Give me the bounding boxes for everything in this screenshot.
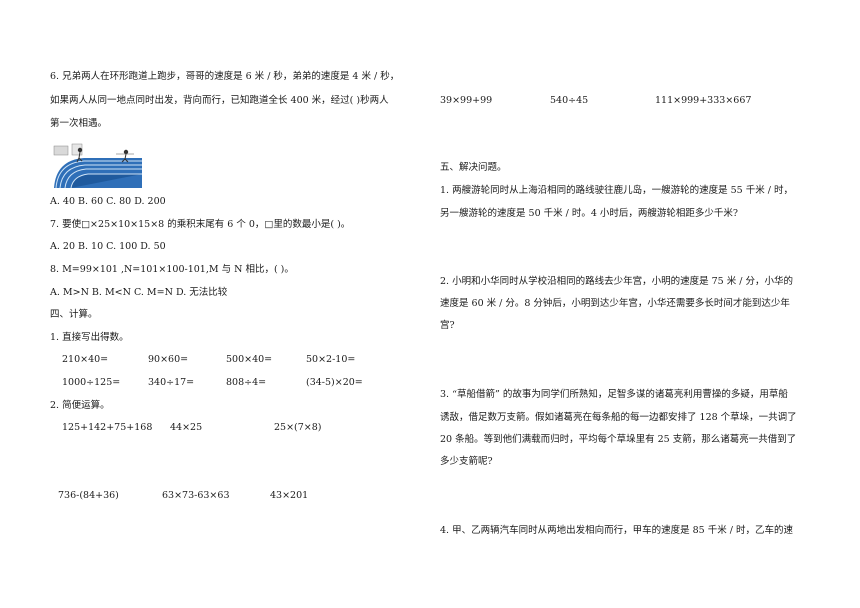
problem-4-line1: 4. 甲、乙两辆汽车同时从两地出发相向而行，甲车的速度是 85 千米 / 时，乙… — [440, 525, 793, 536]
section-4-heading: 四、计算。 — [50, 309, 98, 320]
problem-1-line1: 1. 两艘游轮同时从上海沿相同的路线驶往鹿儿岛，一艘游轮的速度是 55 千米 /… — [440, 185, 793, 196]
running-track-illustration — [50, 140, 142, 188]
calc2-item: 540÷45 — [550, 95, 589, 106]
problem-2-line3: 宫? — [440, 320, 455, 331]
problem-2-line1: 2. 小明和小华同时从学校沿相同的路线去少年宫，小明的速度是 75 米 / 分，… — [440, 276, 793, 287]
calc2-item: 111×999+333×667 — [655, 95, 752, 106]
problem-3-line4: 多少支箭呢? — [440, 456, 493, 467]
q6-line3: 第一次相遇。 — [50, 118, 108, 129]
calc1-title: 1. 直接写出得数。 — [50, 332, 129, 343]
q6-line2: 如果两人从同一地点同时出发，背向而行，已知跑道全长 400 米，经过( )秒两人 — [50, 95, 389, 106]
problem-1-line2: 另一艘游轮的速度是 50 千米 / 时。4 小时后，两艘游轮相距多少千米? — [440, 208, 739, 219]
calc1-item: 50×2-10= — [306, 354, 356, 365]
problem-2-line2: 速度是 60 米 / 分。8 分钟后，小明到达少年宫，小华还需要多长时间才能到达… — [440, 298, 790, 309]
calc1-item: 210×40= — [62, 354, 109, 365]
q6-line1: 6. 兄弟两人在环形跑道上跑步，哥哥的速度是 6 米 / 秒，弟弟的速度是 4 … — [50, 71, 400, 82]
calc2-item: 43×201 — [270, 490, 309, 501]
problem-3-line3: 20 条船。等到他们满载而归时，平均每个草垛里有 25 支箭，那么诸葛亮一共借到… — [440, 434, 797, 445]
q8-options: A. M>N B. M<N C. M=N D. 无法比较 — [50, 287, 228, 298]
calc2-item: 44×25 — [170, 422, 203, 433]
calc2-item: 125+142+75+168 — [62, 422, 153, 433]
calc1-item: (34-5)×20= — [306, 377, 363, 388]
calc2-item: 39×99+99 — [440, 95, 493, 106]
calc2-item: 63×73-63×63 — [162, 490, 230, 501]
calc1-item: 1000÷125= — [62, 377, 121, 388]
problem-3-line2: 诱敌，借足数万支箭。假如诸葛亮在每条船的每一边都安排了 128 个草垛，一共调了 — [440, 412, 797, 423]
calc2-item: 736-(84+36) — [58, 490, 119, 501]
calc1-item: 500×40= — [226, 354, 273, 365]
calc1-item: 808÷4= — [226, 377, 267, 388]
q7-text: 7. 要使□×25×10×15×8 的乘积末尾有 6 个 0，□里的数最小是( … — [50, 219, 351, 230]
calc1-item: 340÷17= — [148, 377, 195, 388]
q6-options: A. 40 B. 60 C. 80 D. 200 — [50, 196, 166, 207]
calc2-item: 25×(7×8) — [274, 422, 322, 433]
section-5-heading: 五、解决问题。 — [440, 162, 507, 173]
q8-text: 8. M=99×101 ,N=101×100-101,M 与 N 相比，( )。 — [50, 264, 294, 275]
calc2-title: 2. 简便运算。 — [50, 400, 110, 411]
problem-3-line1: 3. “草船借箭” 的故事为同学们所熟知，足智多谋的诸葛亮利用曹操的多疑，用草船 — [440, 389, 788, 400]
q7-options: A. 20 B. 10 C. 100 D. 50 — [50, 241, 166, 252]
calc1-item: 90×60= — [148, 354, 189, 365]
